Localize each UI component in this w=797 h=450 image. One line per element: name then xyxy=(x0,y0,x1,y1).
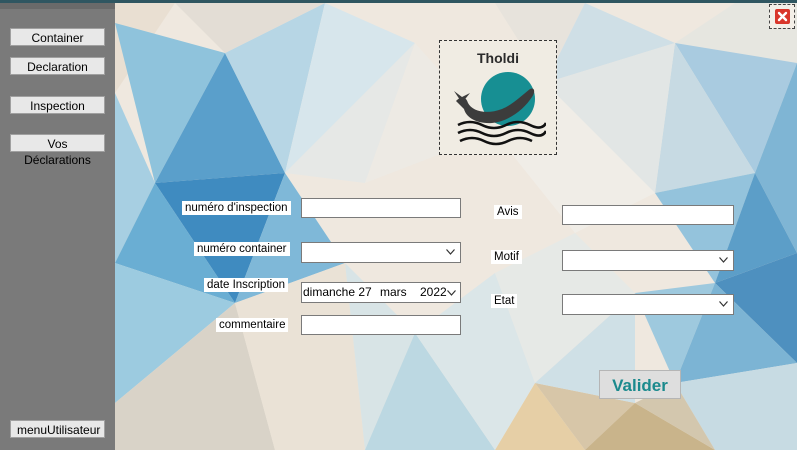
chevron-down-icon xyxy=(446,249,455,255)
date-month: mars xyxy=(380,285,407,299)
sidebar-item-vos-declarations[interactable]: Vos Déclarations xyxy=(10,134,105,167)
main-panel: Tholdi numéro d'inspection numéro contai… xyxy=(115,3,797,450)
chevron-down-icon xyxy=(719,257,728,263)
chevron-down-icon[interactable] xyxy=(447,290,456,296)
date-inscription-label: date Inscription xyxy=(204,278,288,292)
close-button[interactable] xyxy=(769,4,795,29)
sidebar-item-declaration[interactable]: Declaration xyxy=(10,57,105,75)
sidebar: Container Declaration Inspection Vos Déc… xyxy=(0,3,115,450)
whale-logo-icon xyxy=(454,72,546,146)
chevron-down-icon xyxy=(719,301,728,307)
sidebar-top-stripe xyxy=(0,3,115,9)
logo-title: Tholdi xyxy=(477,50,519,66)
numero-inspection-label: numéro d'inspection xyxy=(182,201,291,215)
etat-select[interactable] xyxy=(562,294,734,315)
etat-label: Etat xyxy=(491,294,518,308)
commentaire-label: commentaire xyxy=(216,318,289,332)
sidebar-item-inspection[interactable]: Inspection xyxy=(10,96,105,114)
numero-inspection-input[interactable] xyxy=(301,198,461,218)
numero-container-select[interactable] xyxy=(301,242,461,263)
motif-label: Motif xyxy=(491,250,522,264)
tholdi-logo: Tholdi xyxy=(439,40,557,155)
sidebar-item-container[interactable]: Container xyxy=(10,28,105,46)
date-year: 2022 xyxy=(420,285,447,299)
numero-container-label: numéro container xyxy=(194,242,290,256)
commentaire-input[interactable] xyxy=(301,315,461,335)
motif-select[interactable] xyxy=(562,250,734,271)
date-day: dimanche 27 xyxy=(303,285,372,299)
avis-input[interactable] xyxy=(562,205,734,225)
valider-button[interactable]: Valider xyxy=(599,370,681,399)
date-inscription-picker[interactable]: dimanche 27 mars 2022 xyxy=(301,282,461,303)
close-icon xyxy=(775,9,790,24)
avis-label: Avis xyxy=(494,205,522,219)
menu-utilisateur-button[interactable]: menuUtilisateur xyxy=(10,420,105,438)
